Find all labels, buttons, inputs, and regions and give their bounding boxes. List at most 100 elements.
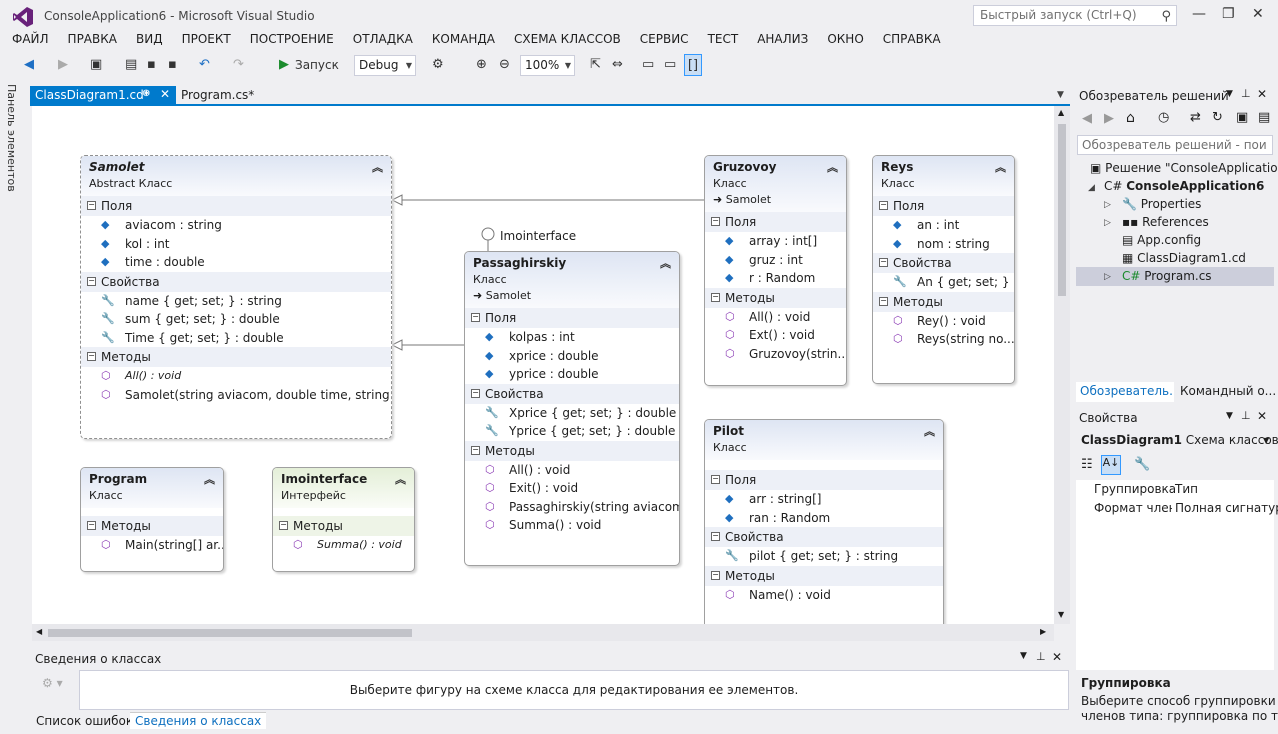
close-icon[interactable]: ✕ [1052, 650, 1062, 664]
display-name-icon[interactable]: ▭ [642, 54, 654, 76]
alphabetical-icon[interactable]: A↓ [1101, 455, 1121, 475]
solution-search-input[interactable]: Обозреватель решений - пои [1077, 135, 1273, 155]
maximize-button[interactable]: ❐ [1222, 6, 1235, 22]
zoom-in-icon[interactable]: ⊕ [476, 54, 487, 76]
menu-item-7[interactable]: СХЕМА КЛАССОВ [514, 32, 621, 46]
member-row[interactable]: ◆ xprice : double [465, 347, 679, 366]
collapse-icon[interactable]: ︽ [372, 159, 383, 175]
collapse-section-icon[interactable]: − [87, 201, 96, 210]
close-icon[interactable]: ✕ [1257, 87, 1267, 101]
panel-menu-icon[interactable]: ▼ [1226, 411, 1233, 421]
tab-team-explorer[interactable]: Командный о... [1180, 384, 1276, 398]
tree-project[interactable]: C# ConsoleApplication6 [1104, 179, 1264, 193]
forward-icon[interactable]: ▶ [58, 54, 68, 76]
tree-program-cs[interactable]: C# Program.cs [1122, 269, 1212, 283]
collapse-icon[interactable]: ▷ [1104, 200, 1111, 210]
member-row[interactable]: ⬡ All() : void [81, 367, 391, 386]
tab-program-cs[interactable]: Program.cs* [181, 88, 254, 102]
chevron-down-icon[interactable]: ▼ [1263, 436, 1269, 445]
prop-value[interactable]: Полная сигнатура [1175, 501, 1278, 515]
tree-class-diagram[interactable]: ▦ ClassDiagram1.cd [1122, 251, 1246, 265]
member-row[interactable]: 🔧 Xprice { get; set; } : double [465, 404, 679, 423]
member-row[interactable]: 🔧 An { get; set; } :... [873, 273, 1014, 292]
panel-menu-icon[interactable]: ▼ [1020, 651, 1027, 661]
member-row[interactable]: ◆ r : Random [705, 269, 846, 288]
member-row[interactable]: ◆ gruz : int [705, 251, 846, 270]
class-samolet[interactable]: Samolet Abstract Класс ︽ − Поля ◆ aviacom : … [80, 155, 392, 439]
section-fields[interactable]: − Поля [465, 308, 679, 328]
member-row[interactable]: ◆ an : int [873, 216, 1014, 235]
display-type-icon[interactable]: ▭ [664, 54, 676, 76]
layout-icon[interactable]: ⚙ [432, 54, 444, 76]
sync-icon[interactable]: ◷ [1158, 110, 1169, 125]
scroll-down-icon[interactable]: ▼ [1058, 610, 1064, 619]
scroll-up-icon[interactable]: ▲ [1058, 108, 1064, 117]
member-row[interactable]: ◆ kolpas : int [465, 328, 679, 347]
redo-icon[interactable]: ↷ [233, 54, 244, 76]
member-row[interactable]: ⬡ All() : void [465, 461, 679, 480]
pin-icon[interactable]: ⊕ [142, 88, 150, 99]
class-passaghirskiy[interactable]: Passaghirskiy Класс ➜ Samolet ︽ − Поля ◆ kolp… [464, 251, 680, 566]
class-gruzovoy[interactable]: Gruzovoy Класс ➜ Samolet ︽ − Поля ◆ array : i… [704, 155, 847, 386]
collapse-section-icon[interactable]: − [879, 258, 888, 267]
properties-object-select[interactable]: ClassDiagram1 Схема классов [1081, 433, 1278, 447]
member-row[interactable]: ⬡ Passaghirskiy(string aviacom,... [465, 498, 679, 517]
start-icon[interactable]: ▶ [279, 54, 289, 76]
tab-error-list[interactable]: Список ошибок [36, 714, 133, 728]
menu-item-0[interactable]: ФАЙЛ [12, 32, 49, 46]
menu-item-8[interactable]: СЕРВИС [640, 32, 689, 46]
collapse-section-icon[interactable]: − [711, 217, 720, 226]
section-fields[interactable]: − Поля [705, 470, 943, 490]
member-row[interactable]: ⬡ Samolet(string aviacom, double time, st… [81, 386, 391, 405]
menu-item-12[interactable]: СПРАВКА [883, 32, 941, 46]
section-fields[interactable]: − Поля [81, 196, 391, 216]
member-row[interactable]: ◆ nom : string [873, 235, 1014, 254]
toolbox-tab[interactable]: Панель элементов [5, 84, 18, 192]
section-methods[interactable]: − Методы [273, 516, 414, 536]
menu-item-11[interactable]: ОКНО [827, 32, 863, 46]
panel-menu-icon[interactable]: ▼ [1226, 89, 1233, 99]
member-row[interactable]: ⬡ Name() : void [705, 586, 943, 605]
collapse-section-icon[interactable]: − [879, 201, 888, 210]
close-icon[interactable]: ✕ [1257, 409, 1267, 423]
menu-item-1[interactable]: ПРАВКА [68, 32, 117, 46]
save-icon[interactable]: ▪ [147, 54, 156, 76]
scroll-right-icon[interactable]: ▶ [1040, 627, 1046, 636]
section-methods[interactable]: − Методы [705, 287, 846, 308]
member-row[interactable]: ◆ aviacom : string [81, 216, 391, 235]
collapse-section-icon[interactable]: − [711, 475, 720, 484]
tree-properties[interactable]: 🔧 Properties [1122, 197, 1201, 211]
save-all-icon[interactable]: ▪ [168, 54, 177, 76]
properties-icon[interactable]: ▤ [1258, 110, 1270, 125]
section-methods[interactable]: − Методы [873, 291, 1014, 312]
menu-item-6[interactable]: КОМАНДА [432, 32, 495, 46]
member-row[interactable]: ⬡ Ext() : void [705, 326, 846, 345]
member-row[interactable]: ⬡ Exit() : void [465, 479, 679, 498]
member-row[interactable]: ◆ yprice : double [465, 365, 679, 384]
collapse-section-icon[interactable]: − [711, 292, 720, 302]
new-project-icon[interactable]: ▣ [90, 54, 102, 76]
tab-class-diagram[interactable]: ClassDiagram1.cd* ⊕ ✕ [30, 86, 176, 105]
member-row[interactable]: ⬡ Rey() : void [873, 312, 1014, 331]
horizontal-scroll-thumb[interactable] [48, 629, 412, 637]
member-row[interactable]: ⬡ All() : void [705, 308, 846, 327]
forward-icon[interactable]: ▶ [1104, 111, 1114, 126]
collapse-icon[interactable]: ︽ [660, 255, 671, 271]
display-signature-icon[interactable]: [] [684, 54, 702, 76]
vertical-scrollbar[interactable]: ▲ ▼ [1054, 106, 1070, 624]
pin-icon[interactable]: ⊥ [1241, 87, 1251, 100]
member-row[interactable]: 🔧 sum { get; set; } : double [81, 310, 391, 329]
collapse-section-icon[interactable]: − [87, 521, 96, 530]
collapse-section-icon[interactable]: − [879, 296, 888, 306]
class-diagram-canvas[interactable]: Imointerface Samolet Abstract Класс ︽ − Пол… [32, 106, 1054, 624]
section-methods[interactable]: − Методы [81, 347, 391, 367]
adjust-shapes-icon[interactable]: ⇱ [590, 54, 601, 76]
minimize-button[interactable]: — [1192, 6, 1206, 22]
member-row[interactable]: ◆ arr : string[] [705, 490, 943, 509]
pin-icon[interactable]: ⊥ [1036, 650, 1046, 663]
show-all-icon[interactable]: ▣ [1236, 110, 1248, 125]
back-icon[interactable]: ◀ [24, 54, 34, 76]
pin-icon[interactable]: ⊥ [1241, 409, 1251, 422]
section-fields[interactable]: − Поля [705, 212, 846, 232]
menu-item-9[interactable]: ТЕСТ [708, 32, 739, 46]
